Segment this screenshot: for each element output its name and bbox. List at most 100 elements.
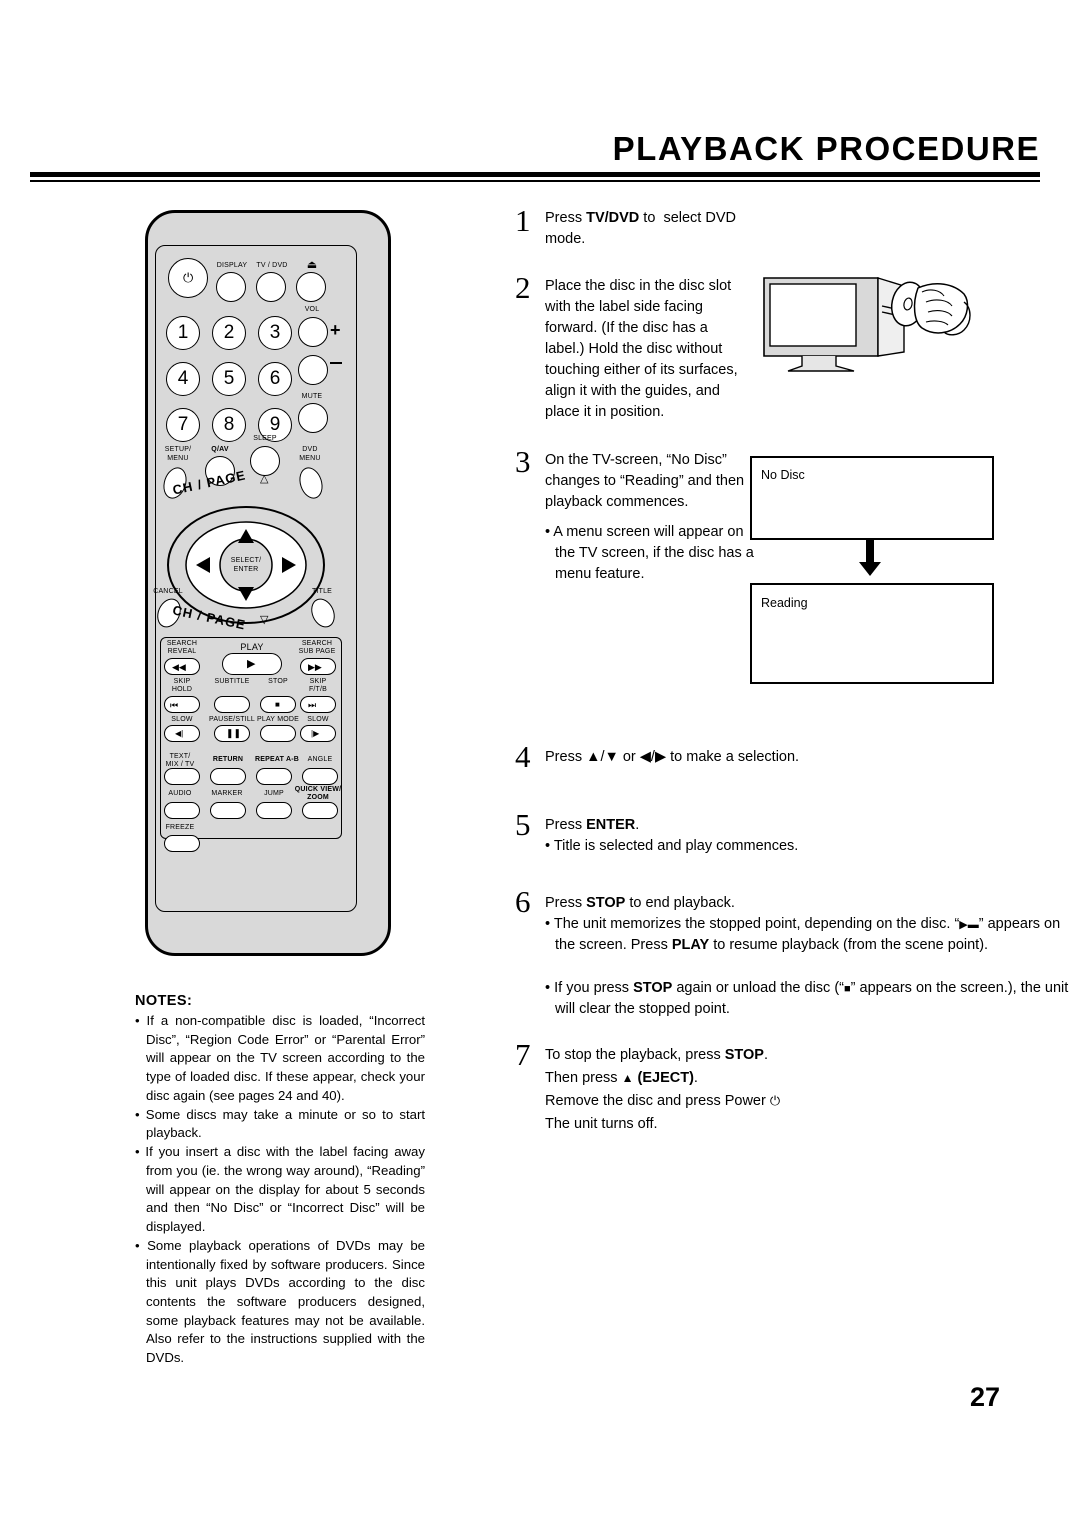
skip-hold-label-1: SKIP xyxy=(173,678,191,685)
play-mode-button xyxy=(260,725,296,742)
step-7-line-4: The unit turns off. xyxy=(545,1116,658,1132)
slow-left-label: SLOW xyxy=(171,716,193,723)
num-4-label: 4 xyxy=(177,368,189,389)
display-button xyxy=(216,272,246,302)
search-reveal-label-2: REVEAL xyxy=(167,648,197,655)
jump-button xyxy=(256,802,292,819)
page-title: PLAYBACK PROCEDURE xyxy=(612,130,1040,167)
header-rule-thin xyxy=(30,180,1040,182)
eject-icon: ⏏ xyxy=(306,259,318,271)
skip-hold-label-2: HOLD xyxy=(171,686,193,693)
skip-back-icon: ⏮ xyxy=(170,700,179,710)
search-subpage-label-2: SUB PAGE xyxy=(298,648,336,655)
ch-page-up-arrow-icon: △ xyxy=(260,473,269,485)
marker-button xyxy=(210,802,246,819)
slow-right-label: SLOW xyxy=(307,716,329,723)
select-enter-label-2: ENTER xyxy=(233,566,259,573)
audio-button xyxy=(164,802,200,819)
eject-button xyxy=(296,272,326,302)
setup-menu-label-2: MENU xyxy=(167,455,189,462)
mute-label: MUTE xyxy=(301,393,323,400)
slow-left-icon: ◀| xyxy=(175,729,184,738)
subtitle-button xyxy=(214,696,250,713)
tvdvd-label: TV / DVD xyxy=(256,262,288,269)
stop-label: STOP xyxy=(268,678,288,685)
skip-forward-icon: ⏭ xyxy=(308,700,317,710)
header-rule xyxy=(30,172,1040,177)
step-7-line-2: Then press ▲ (EJECT). xyxy=(545,1070,698,1086)
notes-list: • If a non-compatible disc is loaded, “I… xyxy=(135,1012,425,1368)
tv-screen-no-disc-label: No Disc xyxy=(761,468,805,482)
step-6-bullet-2: • If you press STOP again or unload the … xyxy=(545,980,1069,1018)
select-enter-label-1: SELECT/ xyxy=(230,557,262,564)
audio-label: AUDIO xyxy=(168,790,192,797)
power-icon: ⏻ xyxy=(183,270,194,285)
vol-minus-icon xyxy=(330,362,342,364)
note-item: • If a non-compatible disc is loaded, “I… xyxy=(135,1013,425,1103)
num-3-label: 3 xyxy=(269,322,281,343)
step-2-number: 2 xyxy=(515,270,531,305)
num-2-label: 2 xyxy=(223,322,235,343)
vol-plus-icon: + xyxy=(330,320,341,340)
num-8-label: 8 xyxy=(223,414,235,435)
return-label: RETURN xyxy=(212,756,244,763)
note-item: • Some discs may take a minute or so to … xyxy=(135,1106,425,1141)
step-7-line-1: To stop the playback, press STOP. xyxy=(545,1047,768,1063)
quickview-label-2: ZOOM xyxy=(307,794,329,801)
repeat-ab-label: REPEAT A-B xyxy=(255,756,299,763)
step-5-number: 5 xyxy=(515,807,531,842)
step-3-bullet: • A menu screen will appear on the TV sc… xyxy=(545,524,754,583)
title-label: TITLE xyxy=(311,588,333,595)
skip-ftb-label-1: SKIP xyxy=(309,678,327,685)
vol-up-button xyxy=(298,317,328,347)
down-arrow-icon xyxy=(859,540,881,576)
play-mode-label: PLAY MODE xyxy=(257,716,299,723)
num-1-label: 1 xyxy=(177,322,189,343)
notes-heading: NOTES: xyxy=(135,993,193,1009)
quickview-zoom-button xyxy=(302,802,338,819)
skip-ftb-button xyxy=(300,696,336,713)
num-5-label: 5 xyxy=(223,368,235,389)
manual-page: PLAYBACK PROCEDURE ⏻ DISPLAY TV / DVD ⏏ … xyxy=(0,0,1080,1528)
step-5-text: Press ENTER. xyxy=(545,817,640,833)
qav-label: Q/AV xyxy=(211,446,229,453)
jump-label: JUMP xyxy=(264,790,284,797)
vol-down-button xyxy=(298,355,328,385)
step-6-bullet-1: • The unit memorizes the stopped point, … xyxy=(545,916,1061,954)
note-item: • If you insert a disc with the label fa… xyxy=(135,1144,425,1235)
page-number: 27 xyxy=(969,1382,1000,1412)
display-label: DISPLAY xyxy=(216,262,248,269)
step-1-number: 1 xyxy=(515,203,531,238)
play-icon: ▶ xyxy=(247,658,256,670)
slow-right-icon: |▶ xyxy=(311,729,320,738)
pause-icon: ❚❚ xyxy=(226,728,242,738)
step-7-line-3: Remove the disc and press Power ⏻ xyxy=(545,1093,781,1109)
subtitle-label: SUBTITLE xyxy=(214,678,250,685)
freeze-button xyxy=(164,835,200,852)
sleep-label: SLEEP xyxy=(253,435,277,442)
tv-screen-reading-label: Reading xyxy=(761,596,808,610)
tv-disc-insert-illustration xyxy=(763,277,971,372)
stop-icon: ■ xyxy=(275,700,280,709)
step-1-text: Press TV/DVD to select DVD mode. xyxy=(545,210,736,248)
ch-page-down-arrow-icon: ▽ xyxy=(260,614,269,626)
remote-control-illustration: ⏻ DISPLAY TV / DVD ⏏ 1 2 3 4 5 6 7 8 9 V… xyxy=(130,210,400,956)
step-4-number: 4 xyxy=(515,739,531,774)
step-2-text: Place the disc in the disc slot with the… xyxy=(545,278,738,421)
note-item: • Some playback operations of DVDs may b… xyxy=(135,1237,425,1366)
step-6-number: 6 xyxy=(515,884,531,919)
num-9-label: 9 xyxy=(269,414,281,435)
text-label-2: MIX / TV xyxy=(165,761,195,768)
step-3-text: On the TV-screen, “No Disc” changes to “… xyxy=(545,452,745,511)
search-subpage-label-1: SEARCH xyxy=(301,640,333,647)
return-button xyxy=(210,768,246,785)
search-reveal-label-1: SEARCH xyxy=(166,640,198,647)
pause-still-label: PAUSE/STILL xyxy=(208,716,256,723)
fastforward-icon: ▶▶ xyxy=(308,662,322,672)
step-7-number: 7 xyxy=(515,1037,531,1072)
dvd-menu-label-1: DVD xyxy=(302,446,318,453)
quickview-label-1: QUICK VIEW/ xyxy=(294,786,342,793)
angle-button xyxy=(302,768,338,785)
repeat-ab-button xyxy=(256,768,292,785)
step-3-number: 3 xyxy=(515,444,531,479)
